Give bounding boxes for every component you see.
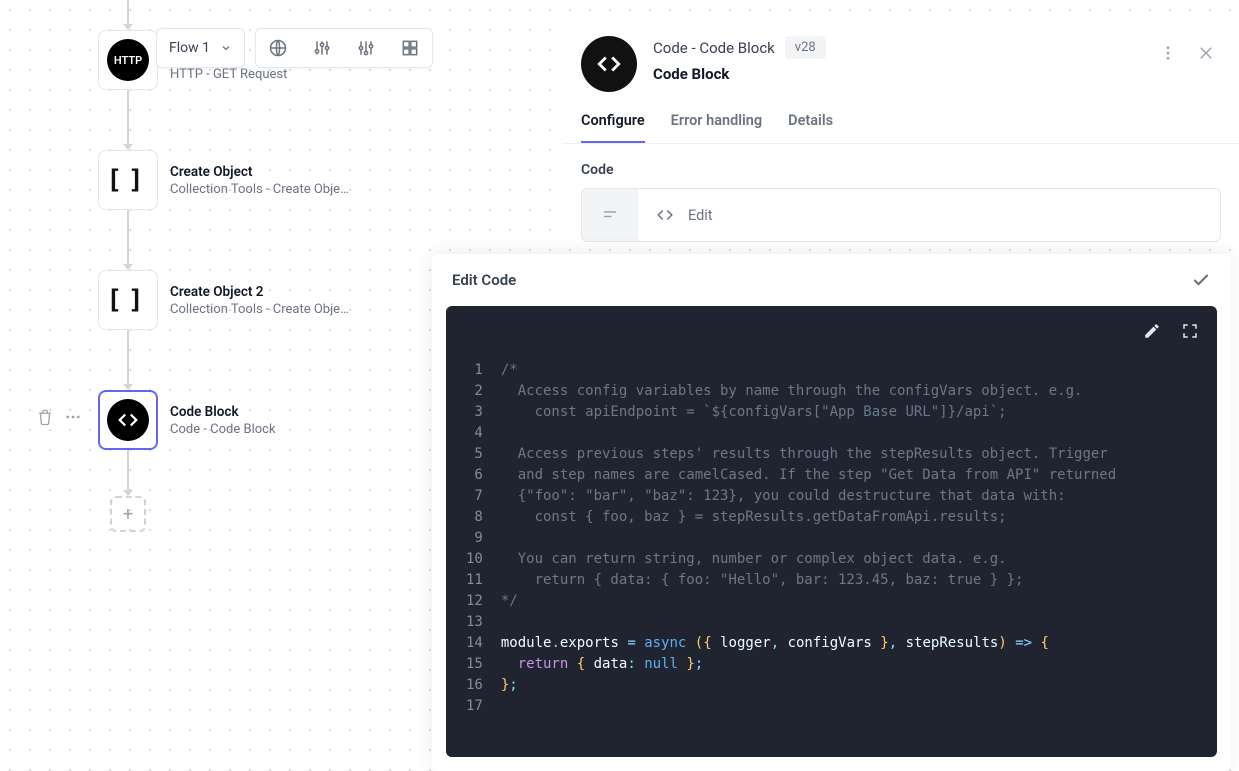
globe-icon[interactable] xyxy=(256,29,300,67)
node-title: Code Block xyxy=(170,404,276,420)
node-title: Create Object xyxy=(170,164,349,180)
panel-tabs: Configure Error handling Details xyxy=(563,92,1239,144)
edit-link[interactable]: Edit xyxy=(688,207,713,224)
node-subtitle: Code - Code Block xyxy=(170,422,276,437)
trash-icon[interactable] xyxy=(36,408,54,426)
canvas-toolbar xyxy=(255,28,433,68)
panel-title: Code Block xyxy=(653,65,1143,83)
flow-node-selected[interactable]: Code Block Code - Code Block xyxy=(98,390,349,450)
flow-node[interactable]: [] Create Object 2 Collection Tools - Cr… xyxy=(98,270,349,330)
node-subtitle: Collection Tools - Create Obje… xyxy=(170,302,349,317)
node-subtitle: HTTP - GET Request xyxy=(170,67,287,82)
add-step-button[interactable]: + xyxy=(110,496,146,532)
editor-title: Edit Code xyxy=(452,271,516,289)
tab-error-handling[interactable]: Error handling xyxy=(671,112,762,143)
config-panel: Code - Code Block v28 Code Block Configu… xyxy=(563,18,1239,242)
flow-column: HTTP HTTP - GET Request [] Create Object… xyxy=(98,0,349,532)
flow-node[interactable]: [] Create Object Collection Tools - Crea… xyxy=(98,150,349,210)
tab-details[interactable]: Details xyxy=(788,112,833,143)
code-source[interactable]: /* Access config variables by name throu… xyxy=(493,356,1132,757)
node-title: Create Object 2 xyxy=(170,284,349,300)
node-subtitle: Collection Tools - Create Obje… xyxy=(170,182,349,197)
sliders-icon[interactable] xyxy=(300,29,344,67)
sliders-alt-icon[interactable] xyxy=(344,29,388,67)
code-icon xyxy=(107,399,149,441)
chevron-down-icon xyxy=(220,42,232,54)
tab-configure[interactable]: Configure xyxy=(581,112,645,143)
fullscreen-icon[interactable] xyxy=(1181,322,1199,340)
grid-icon[interactable] xyxy=(388,29,432,67)
version-chip: v28 xyxy=(785,36,826,59)
brackets-icon: [] xyxy=(106,285,149,315)
flow-selector[interactable]: Flow 1 xyxy=(156,28,245,68)
code-field[interactable]: Edit xyxy=(581,188,1221,242)
brackets-icon: [] xyxy=(106,165,149,195)
code-icon xyxy=(656,206,674,224)
flow-selector-label: Flow 1 xyxy=(169,40,210,56)
code-editor-panel: Edit Code 1234567891011121314151617 /* A… xyxy=(432,254,1231,771)
close-icon[interactable] xyxy=(1197,44,1215,62)
line-gutter: 1234567891011121314151617 xyxy=(446,356,493,757)
confirm-icon[interactable] xyxy=(1191,270,1211,290)
panel-supertitle: Code - Code Block xyxy=(653,39,775,57)
http-icon: HTTP xyxy=(107,39,149,81)
code-field-label: Code xyxy=(581,162,1221,178)
code-editor[interactable]: 1234567891011121314151617 /* Access conf… xyxy=(446,356,1217,757)
pencil-icon[interactable] xyxy=(1143,322,1161,340)
text-icon xyxy=(582,189,638,241)
more-icon[interactable] xyxy=(64,408,82,426)
code-icon xyxy=(581,36,637,92)
more-vertical-icon[interactable] xyxy=(1159,44,1177,62)
